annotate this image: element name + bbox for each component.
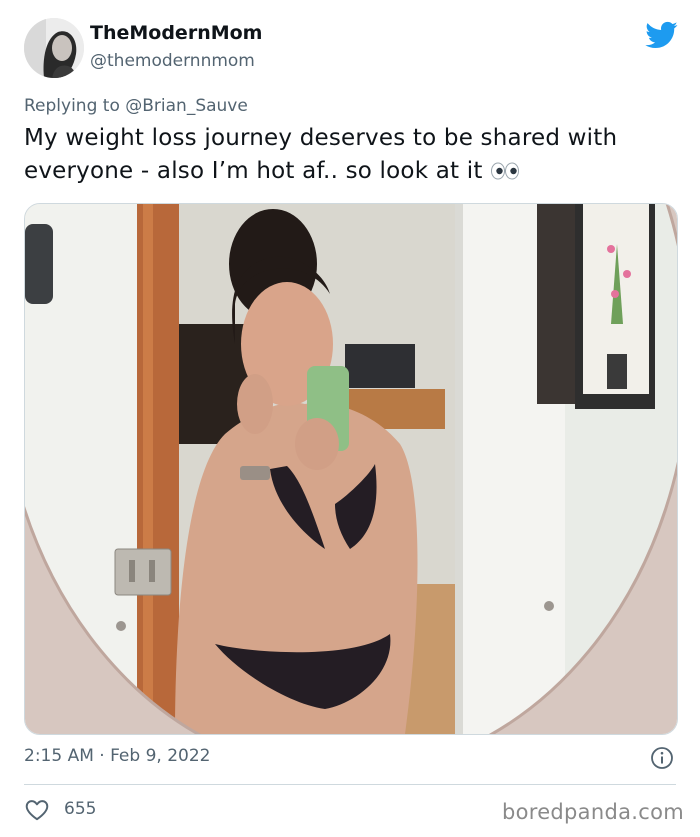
heart-icon[interactable] bbox=[24, 797, 50, 823]
avatar[interactable] bbox=[24, 18, 84, 78]
info-icon[interactable] bbox=[650, 746, 674, 770]
tweet-media[interactable] bbox=[24, 203, 678, 735]
tweet-body: My weight loss journey deserves to be sh… bbox=[24, 125, 618, 184]
reply-mention-link[interactable]: @Brian_Sauve bbox=[125, 96, 248, 116]
display-name[interactable]: TheModernMom bbox=[90, 22, 262, 44]
watermark: boredpanda.com bbox=[501, 800, 684, 824]
eyes-emoji-icon bbox=[491, 162, 520, 180]
tweet-text: My weight loss journey deserves to be sh… bbox=[24, 122, 676, 188]
divider bbox=[24, 784, 676, 785]
twitter-bird-icon[interactable] bbox=[644, 18, 678, 52]
tweet-photo bbox=[25, 204, 677, 734]
user-handle[interactable]: @themodernnmom bbox=[90, 51, 255, 71]
tweet-timestamp[interactable]: 2:15 AM · Feb 9, 2022 bbox=[24, 746, 210, 766]
like-count[interactable]: 655 bbox=[64, 799, 96, 819]
reply-prefix: Replying to bbox=[24, 96, 120, 116]
avatar-image bbox=[24, 18, 84, 78]
reply-context: Replying to @Brian_Sauve bbox=[24, 96, 248, 116]
